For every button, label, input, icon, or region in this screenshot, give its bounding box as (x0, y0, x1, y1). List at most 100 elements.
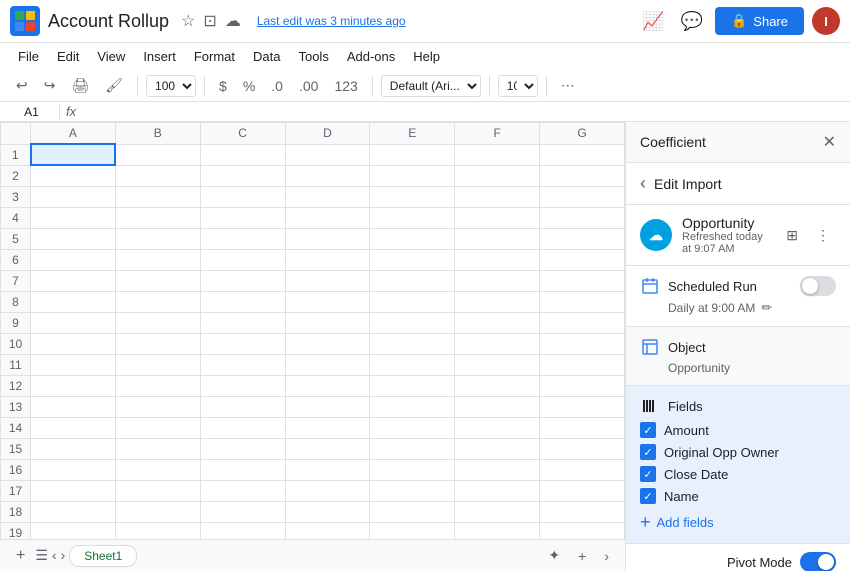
menu-edit[interactable]: Edit (49, 45, 87, 68)
cell-13-4[interactable] (370, 396, 455, 417)
redo-button[interactable]: ↪ (38, 74, 62, 97)
cell-16-1[interactable] (115, 459, 200, 480)
menu-tools[interactable]: Tools (290, 45, 336, 68)
cell-9-6[interactable] (540, 312, 625, 333)
menu-addons[interactable]: Add-ons (339, 45, 403, 68)
cell-11-6[interactable] (540, 354, 625, 375)
cell-13-6[interactable] (540, 396, 625, 417)
cell-9-3[interactable] (285, 312, 370, 333)
cell-4-3[interactable] (285, 207, 370, 228)
cell-7-4[interactable] (370, 270, 455, 291)
cell-16-3[interactable] (285, 459, 370, 480)
decimal-button[interactable]: .0 (265, 75, 289, 97)
analytics-icon[interactable]: 📈 (638, 7, 668, 36)
cell-6-3[interactable] (285, 249, 370, 270)
cell-10-6[interactable] (540, 333, 625, 354)
cell-2-1[interactable] (115, 165, 200, 186)
cell-11-4[interactable] (370, 354, 455, 375)
chat-icon[interactable]: 💬 (677, 7, 707, 36)
more-menu-button[interactable]: ⋮ (810, 224, 836, 247)
row-header-13[interactable]: 13 (1, 396, 31, 417)
row-header-16[interactable]: 16 (1, 459, 31, 480)
cell-17-0[interactable] (31, 480, 116, 501)
row-header-18[interactable]: 18 (1, 501, 31, 522)
menu-file[interactable]: File (10, 45, 47, 68)
cell-11-3[interactable] (285, 354, 370, 375)
cell-13-1[interactable] (115, 396, 200, 417)
cell-10-5[interactable] (455, 333, 540, 354)
cell-9-0[interactable] (31, 312, 116, 333)
cell-14-4[interactable] (370, 417, 455, 438)
scheduled-run-toggle[interactable] (800, 276, 836, 296)
cell-1-1[interactable] (115, 144, 200, 165)
folder-icon[interactable]: ⊡ (203, 11, 216, 31)
cell-14-6[interactable] (540, 417, 625, 438)
col-header-E[interactable]: E (370, 123, 455, 145)
grid-view-button[interactable]: ⊞ (780, 224, 804, 247)
cell-10-1[interactable] (115, 333, 200, 354)
panel-close-button[interactable]: ✕ (823, 132, 836, 152)
side-panel-toggle[interactable]: › (598, 545, 615, 567)
cell-3-2[interactable] (200, 186, 285, 207)
cell-16-6[interactable] (540, 459, 625, 480)
print-button[interactable]: 🖨 (65, 74, 95, 97)
cell-17-4[interactable] (370, 480, 455, 501)
row-header-2[interactable]: 2 (1, 165, 31, 186)
cell-14-3[interactable] (285, 417, 370, 438)
col-header-A[interactable]: A (31, 123, 116, 145)
cell-8-1[interactable] (115, 291, 200, 312)
cell-3-3[interactable] (285, 186, 370, 207)
undo-button[interactable]: ↩ (10, 74, 34, 97)
cell-19-0[interactable] (31, 522, 116, 539)
cell-2-4[interactable] (370, 165, 455, 186)
cell-9-2[interactable] (200, 312, 285, 333)
cell-16-0[interactable] (31, 459, 116, 480)
row-header-15[interactable]: 15 (1, 438, 31, 459)
sheet-tab-sheet1[interactable]: Sheet1 (69, 545, 137, 567)
cell-17-1[interactable] (115, 480, 200, 501)
edit-schedule-icon[interactable]: ✏ (761, 300, 772, 316)
row-header-4[interactable]: 4 (1, 207, 31, 228)
cell-6-0[interactable] (31, 249, 116, 270)
col-header-C[interactable]: C (200, 123, 285, 145)
cell-18-3[interactable] (285, 501, 370, 522)
cell-11-0[interactable] (31, 354, 116, 375)
more-options-button[interactable]: ⋯ (555, 74, 581, 97)
grid-add-button[interactable]: + (572, 545, 592, 567)
checkbox-amount[interactable]: ✓ (640, 422, 656, 438)
pivot-mode-toggle[interactable] (800, 552, 836, 571)
row-header-9[interactable]: 9 (1, 312, 31, 333)
cell-4-1[interactable] (115, 207, 200, 228)
cell-12-2[interactable] (200, 375, 285, 396)
cell-14-5[interactable] (455, 417, 540, 438)
cell-2-2[interactable] (200, 165, 285, 186)
cell-17-5[interactable] (455, 480, 540, 501)
cell-5-5[interactable] (455, 228, 540, 249)
cell-1-2[interactable] (200, 144, 285, 165)
cell-7-3[interactable] (285, 270, 370, 291)
cell-2-5[interactable] (455, 165, 540, 186)
cell-15-1[interactable] (115, 438, 200, 459)
cell-19-2[interactable] (200, 522, 285, 539)
cell-7-0[interactable] (31, 270, 116, 291)
cell-2-0[interactable] (31, 165, 116, 186)
cell-18-1[interactable] (115, 501, 200, 522)
cell-6-5[interactable] (455, 249, 540, 270)
cell-5-6[interactable] (540, 228, 625, 249)
cloud-icon[interactable]: ☁ (225, 11, 241, 31)
font-select[interactable]: Default (Ari... (381, 75, 481, 97)
col-header-D[interactable]: D (285, 123, 370, 145)
cell-reference[interactable]: A1 (10, 105, 60, 119)
cell-18-0[interactable] (31, 501, 116, 522)
right-arrow-icon[interactable]: › (61, 547, 66, 564)
cell-19-6[interactable] (540, 522, 625, 539)
cell-8-0[interactable] (31, 291, 116, 312)
cell-4-6[interactable] (540, 207, 625, 228)
cell-4-0[interactable] (31, 207, 116, 228)
cell-11-1[interactable] (115, 354, 200, 375)
menu-view[interactable]: View (89, 45, 133, 68)
row-header-7[interactable]: 7 (1, 270, 31, 291)
cell-12-4[interactable] (370, 375, 455, 396)
cell-11-5[interactable] (455, 354, 540, 375)
checkbox-close-date[interactable]: ✓ (640, 466, 656, 482)
